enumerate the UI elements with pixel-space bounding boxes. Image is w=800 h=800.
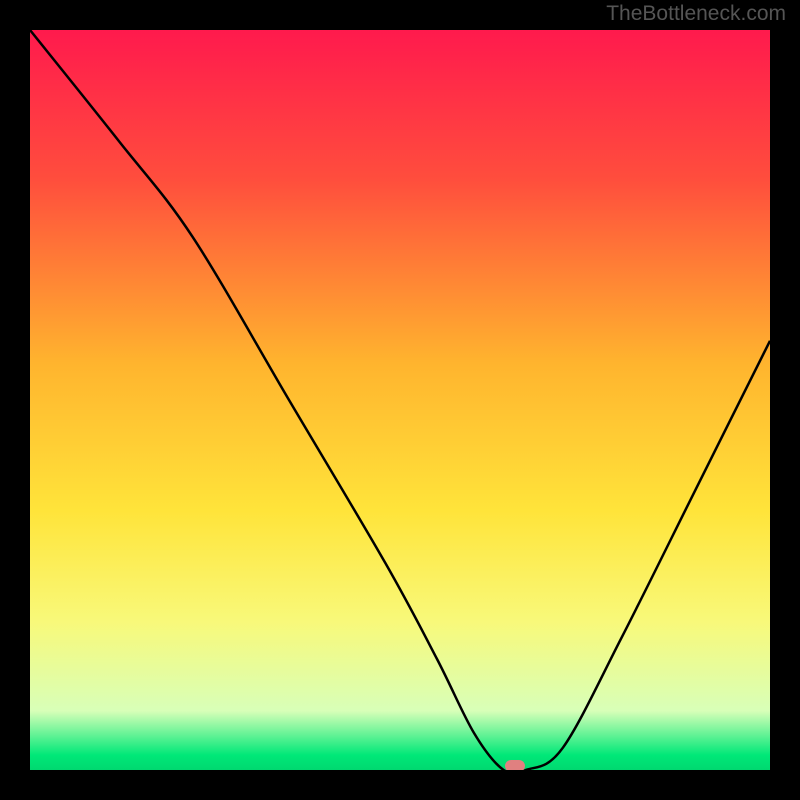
optimal-marker xyxy=(505,760,525,770)
bottleneck-curve xyxy=(30,30,770,770)
watermark-label: TheBottleneck.com xyxy=(606,2,786,26)
plot-area xyxy=(30,30,770,770)
chart-container: TheBottleneck.com xyxy=(0,0,800,800)
